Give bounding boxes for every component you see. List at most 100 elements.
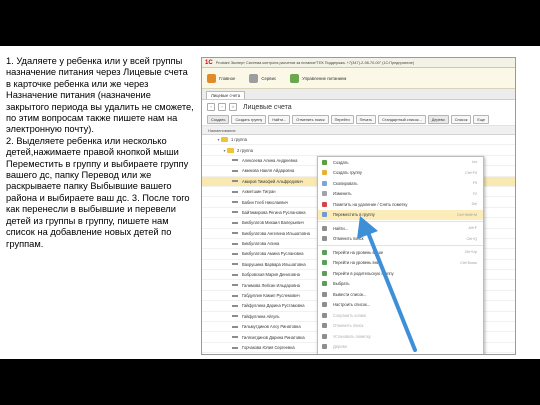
section-service[interactable]: Сервис <box>249 73 277 83</box>
cancel-search-button[interactable]: Отменить поиск <box>292 115 329 124</box>
list-view-button[interactable]: Список <box>450 115 472 124</box>
menu-item-label: Создать группу <box>333 170 362 176</box>
menu-shortcut: Del <box>471 202 477 207</box>
menu-item-icon <box>322 260 327 266</box>
menu-item[interactable]: Дерево <box>318 342 483 353</box>
item-icon <box>232 242 238 245</box>
create-button[interactable]: Создать <box>207 115 230 124</box>
column-header[interactable]: Наименование <box>202 126 515 135</box>
menu-item[interactable]: Выбрать <box>318 279 483 290</box>
menu-item[interactable]: Изменить F2 <box>318 189 483 200</box>
menu-item-label: Перейти в родительскую группу <box>333 270 394 276</box>
form-header: ‹ › ☆ Лицевые счета <box>202 100 515 114</box>
menu-item[interactable]: Установить пометку <box>318 331 483 342</box>
item-icon <box>232 190 238 193</box>
menu-item[interactable]: Перейти на уровень вниз Ctrl+Down <box>318 258 483 269</box>
menu-item-label: Перейти на уровень вниз <box>333 260 382 266</box>
row-label: Горчакова Юлия Сергеевна <box>242 345 295 350</box>
section-food-management[interactable]: Управление питанием <box>290 73 346 83</box>
star-icon[interactable]: ☆ <box>229 103 237 111</box>
menu-item-label: Пометить на удаление / Снять пометку <box>333 201 408 207</box>
tree-group-row[interactable]: ▾ 1 группа <box>202 135 515 146</box>
folder-icon <box>227 147 234 153</box>
slide: 1. Удаляете у ребенка или у всей группы … <box>0 46 540 359</box>
menu-shortcut: Alt+F <box>468 226 478 231</box>
menu-item-icon <box>322 344 327 350</box>
menu-item-label: Перейти на уровень выше <box>333 249 384 255</box>
row-label: Бабин Глеб Николаевич <box>242 199 288 205</box>
row-label: Габдуллин Камил Руслемович <box>242 293 300 299</box>
menu-item[interactable]: Вывести список... <box>318 289 483 300</box>
menu-separator <box>318 221 483 222</box>
create-group-button[interactable]: Создать группу <box>231 115 267 124</box>
section-label: Главное <box>219 75 236 81</box>
row-label: Амиров Тимофей Альфредович <box>242 178 303 184</box>
menu-item[interactable]: Пометить на удаление / Снять пометку Del <box>318 199 483 210</box>
menu-item[interactable]: Найти... Alt+F <box>318 223 483 234</box>
forward-icon[interactable]: › <box>218 103 226 111</box>
item-icon <box>232 304 238 307</box>
row-label: Ахметшин Тигран <box>242 189 276 195</box>
tree-group-row[interactable]: ▾ 2 группа <box>202 145 515 156</box>
menu-item[interactable]: Создать Ins <box>318 157 483 168</box>
item-icon <box>232 273 238 276</box>
menu-item-label: Переместить в группу <box>333 212 375 218</box>
section-label: Сервис <box>261 75 277 81</box>
menu-item-label: Настроить список... <box>333 302 371 308</box>
standard-search-button[interactable]: Стандартный список... <box>378 115 426 124</box>
sections-panel: Главное Сервис Управление питанием <box>202 68 515 89</box>
menu-item-icon <box>322 236 327 242</box>
menu-item-label: Дерево <box>333 344 348 350</box>
back-icon[interactable]: ‹ <box>207 103 215 111</box>
menu-item-icon <box>322 312 327 318</box>
tree-view-button[interactable]: Дерево <box>427 115 449 124</box>
menu-item[interactable]: Отменить поиск Ctrl+Q <box>318 234 483 245</box>
menu-item[interactable]: Перейти в родительскую группу <box>318 268 483 279</box>
menu-item[interactable]: Сохранить копию <box>318 310 483 321</box>
menu-item[interactable]: Настроить список... <box>318 300 483 311</box>
item-icon <box>232 315 238 318</box>
item-icon <box>232 325 238 328</box>
row-label: Бикбулатов Михаил Валерьевич <box>242 220 304 226</box>
menu-item-label: Отменить поиск <box>333 236 364 242</box>
row-label: Бикбулатова Амина Руслановна <box>242 251 304 257</box>
menu-item[interactable]: Создать группу Ctrl+F9 <box>318 168 483 179</box>
row-label: Бикбулатова Ангелина Ильшатовна <box>242 230 310 236</box>
menu-shortcut: Ctrl+Up <box>464 250 477 255</box>
item-icon <box>232 336 238 339</box>
menu-item-label: Сохранить копию <box>333 312 367 318</box>
menu-item-label: Выбрать <box>333 281 350 287</box>
menu-item[interactable]: Переместить в группу Ctrl+Shift+M <box>318 209 483 220</box>
item-icon <box>232 201 238 204</box>
row-label: Гильмутдинов Алсу Ринатовна <box>242 324 301 330</box>
more-button[interactable]: Еще <box>473 115 490 124</box>
home-icon <box>207 73 216 83</box>
menu-shortcut: Ins <box>472 160 477 165</box>
row-label: 2 группа <box>237 147 253 153</box>
goto-menu-button[interactable]: Перейти <box>330 115 354 124</box>
window-titlebar: 1С Proxiant Эксперт Система контроля рас… <box>202 58 515 68</box>
item-icon <box>232 232 238 235</box>
tab-accounts[interactable]: Лицевые счета <box>206 91 246 99</box>
row-label: Алексеева Алина Андреевна <box>242 157 298 163</box>
menu-item-icon <box>322 291 327 297</box>
folder-icon <box>221 137 228 143</box>
row-label: Бикбулатова Алина <box>242 241 280 247</box>
row-label: Аминова Наиля Айдаровна <box>242 168 295 174</box>
menu-item-icon <box>322 333 327 339</box>
row-label: Галимова Лейсан Ильдаровна <box>242 282 300 288</box>
section-main[interactable]: Главное <box>207 73 236 83</box>
menu-shortcut: Ctrl+F9 <box>465 170 477 175</box>
menu-item[interactable]: Перейти на уровень выше Ctrl+Up <box>318 247 483 258</box>
row-label: Байтимирова Регина Руслановна <box>242 209 306 215</box>
menu-item-icon <box>322 201 327 207</box>
menu-item-label: Создать <box>333 159 349 165</box>
menu-item-label: Изменить <box>333 191 352 197</box>
row-label: 1 группа <box>231 137 247 143</box>
item-icon <box>232 159 238 162</box>
form-title: Лицевые счета <box>243 103 292 111</box>
menu-item[interactable]: Скопировать F9 <box>318 178 483 189</box>
find-button[interactable]: Найти... <box>268 115 291 124</box>
menu-item[interactable]: Отменить поиск <box>318 321 483 332</box>
print-button[interactable]: Печать <box>355 115 377 124</box>
